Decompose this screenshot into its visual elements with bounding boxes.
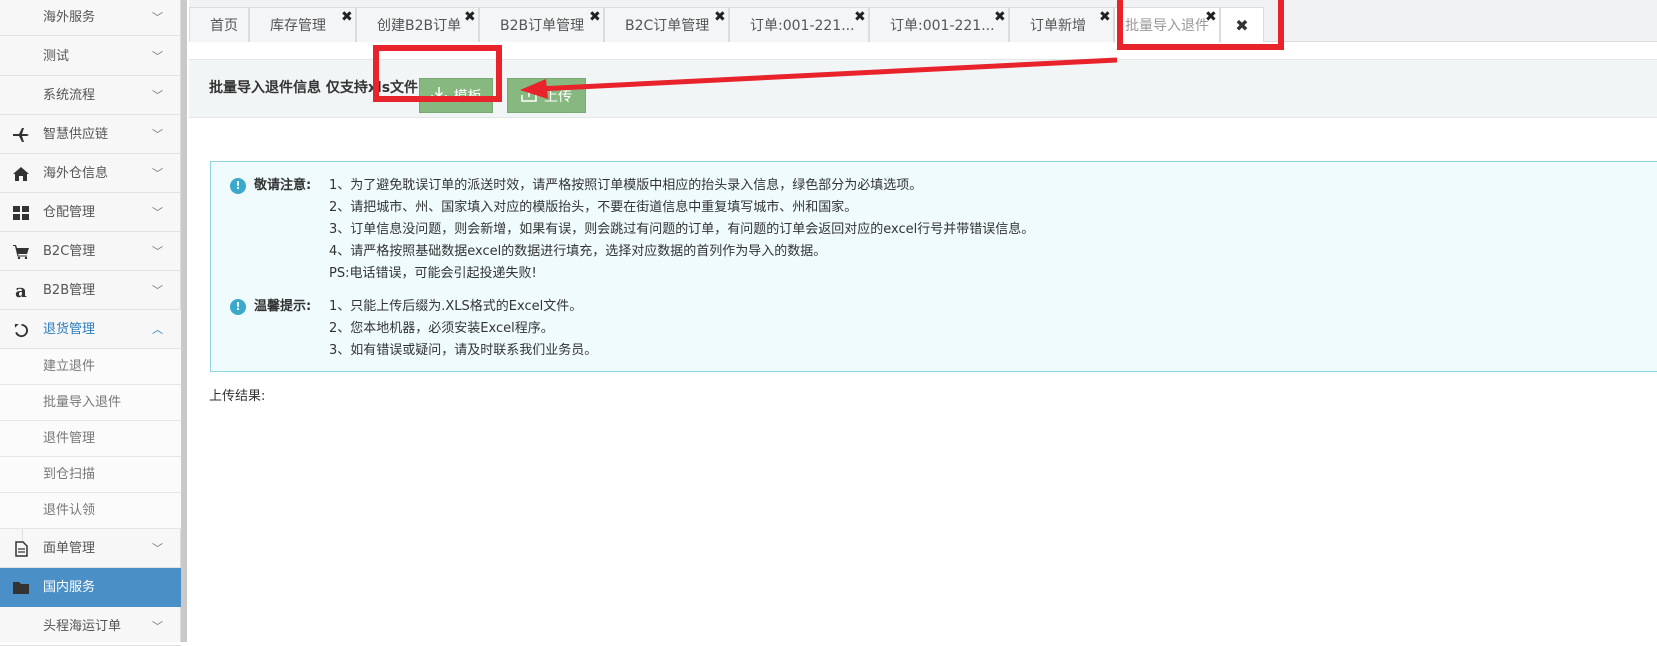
upload-result-label: 上传结果: [209,389,266,404]
plane-icon [12,126,30,144]
sidebar-subitem-label: 建立退件 [43,359,96,374]
button-label: 上传 [544,88,572,105]
close-icon[interactable]: ✖ [341,10,353,24]
sidebar-item-label: 智慧供应链 [43,127,109,142]
chevron-down-icon: ﹀ [152,50,163,63]
chevron-down-icon: ﹀ [152,542,163,555]
annotation-box-template-button [373,45,502,102]
sidebar: 海外服务 ﹀ 测试 ﹀ 系统流程 ﹀ 智慧供应链 ﹀ 海外仓信息 ﹀ 仓配管理 … [0,0,181,646]
notice-line: PS:电话错误，可能会引起投递失败! [329,266,537,281]
tab-label: 首页 [210,18,238,34]
notice-line: 2、您本地机器，必须安装Excel程序。 [329,321,554,336]
notice-line: 1、为了避免耽误订单的派送时效，请严格按照订单模版中相应的抬头录入信息，绿色部分… [329,178,923,193]
notice-line: 3、订单信息没问题，则会新增，如果有误，则会跳过有问题的订单，有问题的订单会返回… [329,222,1035,237]
folder-icon [12,579,30,597]
sidebar-item-label: 头程海运订单 [43,619,122,634]
tab-inventory[interactable]: 库存管理 ✖ [249,7,356,42]
tab-home[interactable]: 首页 [189,7,249,42]
undo-icon [12,321,30,339]
close-icon[interactable]: ✖ [854,10,866,24]
sidebar-item-label: 系统流程 [43,88,96,103]
tab-create-b2b[interactable]: 创建B2B订单 ✖ [356,7,479,42]
tab-b2b-orders[interactable]: B2B订单管理 ✖ [479,7,604,42]
sidebar-item-sea-freight[interactable]: 头程海运订单 ﹀ [0,607,181,646]
chevron-down-icon: ﹀ [152,206,163,219]
sidebar-subitem-label: 退件管理 [43,431,96,446]
tab-label: 订单:001-221... [750,18,855,34]
tab-label: 创建B2B订单 [377,18,462,34]
notice-line: 2、请把城市、州、国家填入对应的模版抬头，不要在街道信息中重复填写城市、州和国家… [329,200,858,215]
exclamation-icon: ! [230,178,246,194]
upload-icon [521,86,537,106]
close-icon[interactable]: ✖ [994,10,1006,24]
sidebar-item-waybill[interactable]: 面单管理 ﹀ [0,529,181,568]
sidebar-subitem-return-management[interactable]: 退件管理 [0,421,181,457]
sidebar-subitem-batch-import-returns[interactable]: 批量导入退件 [0,385,181,421]
upload-button[interactable]: 上传 [507,78,586,113]
home-icon [12,165,30,183]
sidebar-item-label: 海外服务 [43,10,96,25]
notice-heading-tips: 温馨提示: [254,299,312,314]
sidebar-item-label: B2C管理 [43,244,96,259]
sidebar-scrollbar[interactable] [181,0,187,642]
chevron-down-icon: ﹀ [152,284,163,297]
annotation-box-active-tab [1117,0,1284,50]
sidebar-item-overseas-warehouse[interactable]: 海外仓信息 ﹀ [0,154,181,193]
file-icon [12,540,30,558]
notice-line: 1、只能上传后缀为.XLS格式的Excel文件。 [329,299,583,314]
sidebar-item-label: 海外仓信息 [43,166,109,181]
sidebar-item-overseas-service[interactable]: 海外服务 ﹀ [0,0,181,36]
sidebar-item-label: B2B管理 [43,283,96,298]
sidebar-item-test[interactable]: 测试 ﹀ [0,37,181,76]
exclamation-icon: ! [230,299,246,315]
sidebar-item-b2c[interactable]: B2C管理 ﹀ [0,232,181,271]
tab-b2c-orders[interactable]: B2C订单管理 ✖ [604,7,729,42]
sidebar-subitem-arrival-scan[interactable]: 到仓扫描 [0,457,181,493]
sidebar-item-system-flow[interactable]: 系统流程 ﹀ [0,76,181,115]
chevron-down-icon: ﹀ [152,89,163,102]
sidebar-subitem-return-claim[interactable]: 退件认领 [0,493,181,529]
cart-icon [12,243,30,261]
tab-label: 库存管理 [270,18,326,34]
chevron-up-icon: ︿ [152,323,163,336]
sidebar-item-returns[interactable]: 退货管理 ︿ [0,310,181,349]
sidebar-subitem-label: 退件认领 [43,503,96,518]
main-content: 批量导入退件信息 仅支持xls文件 模板 上传 ! 敬请注意: 1、为了避免耽误… [189,43,1657,642]
sidebar-item-domestic-service[interactable]: 国内服务 [0,568,181,607]
sidebar-subitem-create-return[interactable]: 建立退件 [0,349,181,385]
close-icon[interactable]: ✖ [1099,10,1111,24]
sidebar-subitem-label: 批量导入退件 [43,395,122,410]
notice-heading-attention: 敬请注意: [254,178,312,193]
tab-bar: 首页 库存管理 ✖ 创建B2B订单 ✖ B2B订单管理 ✖ B2C订单管理 ✖ … [189,0,1657,43]
tab-label: B2B订单管理 [500,18,585,34]
sidebar-item-smart-supply-chain[interactable]: 智慧供应链 ﹀ [0,115,181,154]
sidebar-subitem-label: 到仓扫描 [43,467,96,482]
amazon-icon: a [15,280,27,302]
tab-label: 订单新增 [1030,18,1086,34]
sidebar-item-label: 仓配管理 [43,205,96,220]
chevron-down-icon: ﹀ [152,620,163,633]
tab-label: 订单:001-221... [890,18,995,34]
sidebar-item-label: 面单管理 [43,541,96,556]
close-icon[interactable]: ✖ [714,10,726,24]
chevron-down-icon: ﹀ [152,245,163,258]
chevron-down-icon: ﹀ [152,128,163,141]
grid-icon [12,204,30,222]
tab-label: B2C订单管理 [625,18,710,34]
sidebar-item-warehouse-distribution[interactable]: 仓配管理 ﹀ [0,193,181,232]
sidebar-item-label: 国内服务 [43,580,96,595]
tab-new-order[interactable]: 订单新增 ✖ [1009,7,1114,42]
sidebar-item-b2b[interactable]: a B2B管理 ﹀ [0,271,181,310]
close-icon[interactable]: ✖ [589,10,601,24]
sidebar-item-label: 退货管理 [43,322,96,337]
sidebar-item-label: 测试 [43,49,70,64]
tab-order-1[interactable]: 订单:001-221... ✖ [729,7,869,42]
tab-order-2[interactable]: 订单:001-221... ✖ [869,7,1009,42]
close-icon[interactable]: ✖ [464,10,476,24]
chevron-down-icon: ﹀ [152,11,163,24]
chevron-down-icon: ﹀ [152,167,163,180]
notice-panel: ! 敬请注意: 1、为了避免耽误订单的派送时效，请严格按照订单模版中相应的抬头录… [210,161,1657,372]
notice-line: 3、如有错误或疑问，请及时联系我们业务员。 [329,343,598,358]
notice-line: 4、请严格按照基础数据excel的数据进行填充，选择对应数据的首列作为导入的数据… [329,244,827,259]
